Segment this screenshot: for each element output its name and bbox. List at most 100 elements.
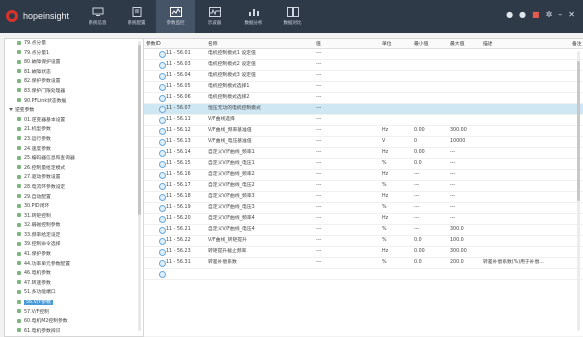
- tree-item[interactable]: 28.电流环参数设定: [5, 183, 143, 193]
- tree-item[interactable]: 32.弱磁控制参数: [5, 221, 143, 231]
- table-row[interactable]: 11 - 56.06 电机控制模式选择2 ---: [144, 93, 583, 104]
- tree-item[interactable]: 79.点分量1: [5, 49, 143, 59]
- tree-item[interactable]: 41.保护参数: [5, 250, 143, 260]
- param-unit-cell: %: [382, 238, 387, 243]
- nav-tab-system-config[interactable]: 系统配置: [117, 0, 156, 33]
- table-row[interactable]: 11 - 56.04 电机控制模式3 设定值 ---: [144, 71, 583, 82]
- param-value-cell: ---: [316, 62, 322, 67]
- nav-tab-param-monitor[interactable]: 参数监控: [156, 0, 195, 33]
- tree-item[interactable]: 57.V/F控制: [5, 308, 143, 318]
- expand-arrow-icon[interactable]: [9, 108, 13, 112]
- tree-item-label: 57.V/F控制: [24, 309, 49, 315]
- table-row[interactable]: 11 - 56.11 V/F曲线选择 ---: [144, 115, 583, 126]
- table-row[interactable]: 11 - 56.13 V/F曲线_电压基准值 --- V 0 10000: [144, 137, 583, 148]
- table-row[interactable]: 11 - 56.15 自定义V/F曲线_电压1 ---% 0.0 ---: [144, 159, 583, 170]
- col-header-note[interactable]: 备注: [572, 40, 582, 47]
- tree-item[interactable]: 01.逆变器基本设置: [5, 116, 143, 126]
- param-min-cell: ---: [414, 172, 420, 177]
- tree-item[interactable]: 39.控制命令选择: [5, 240, 143, 250]
- nav-tab-system-info[interactable]: 系统信息: [78, 0, 117, 33]
- col-header-value[interactable]: 值: [316, 40, 321, 47]
- table-row[interactable]: 11 - 56.22 V/F曲线_转矩提升 ---% 0.0 100.0: [144, 236, 583, 247]
- table-row[interactable]: 11 - 56.03 电机控制模式2 设定值 ---: [144, 60, 583, 71]
- tree-item[interactable]: 26.控制量给定模式: [5, 164, 143, 174]
- param-status-icon: [159, 73, 166, 80]
- tree-item[interactable]: 31.转矩控制: [5, 212, 143, 222]
- info-icon[interactable]: ●: [506, 10, 513, 19]
- tree-item-label: 46.电机参数: [24, 271, 51, 277]
- param-value-cell: ---: [316, 73, 322, 78]
- tree-item[interactable]: 24.速度参数: [5, 145, 143, 155]
- table-scrollbar[interactable]: [577, 51, 580, 331]
- param-max-cell: 300.00: [450, 249, 467, 254]
- param-id-cell: 11 - 56.16: [166, 172, 191, 177]
- main-nav: 系统信息 系统配置 参数监控 示波器 数据分析 数据对比: [78, 0, 312, 33]
- tree-item[interactable]: 80.故障保护设置: [5, 58, 143, 68]
- table-row[interactable]: 11 - 56.14 自定义V/F曲线_频率1 --- Hz 0.00 ---: [144, 148, 583, 159]
- param-status-icon: [159, 161, 166, 168]
- col-header-addr[interactable]: 参数ID: [146, 40, 161, 47]
- col-header-name[interactable]: 名称: [208, 40, 218, 47]
- table-row[interactable]: 11 - 56.20 自定义V/F曲线_频率4 --- Hz --- ---: [144, 214, 583, 225]
- tree-item-label: 逆变参数: [15, 108, 35, 114]
- tree-item[interactable]: 46.电机参数: [5, 269, 143, 279]
- nav-tab-data-compare[interactable]: 数据对比: [273, 0, 312, 33]
- tree-item[interactable]: 82.保护参数设置: [5, 77, 143, 87]
- nav-tab-data-analysis[interactable]: 数据分析: [234, 0, 273, 33]
- col-header-max[interactable]: 最大值: [450, 40, 464, 47]
- minimize-icon[interactable]: –: [558, 10, 562, 19]
- param-status-icon: [159, 249, 166, 256]
- param-id-cell: 11 - 56.05: [166, 84, 191, 89]
- tree-item[interactable]: 81.故障状态: [5, 68, 143, 78]
- tree-item[interactable]: 29.自动配置: [5, 193, 143, 203]
- tree-item[interactable]: 47.转速参数: [5, 279, 143, 289]
- help-icon[interactable]: ●: [519, 10, 526, 19]
- table-row[interactable]: 11 - 56.18 自定义V/F曲线_频率3 --- Hz --- ---: [144, 192, 583, 203]
- tree-scrollbar-thumb[interactable]: [138, 45, 141, 215]
- param-value-cell: ---: [316, 128, 322, 133]
- tree-item[interactable]: 25.编码器信息和查询器: [5, 154, 143, 164]
- table-row[interactable]: 11 - 56.12 V/F曲线_频率基准值 --- Hz 0.00 300.00: [144, 126, 583, 137]
- col-header-desc[interactable]: 描述: [483, 40, 493, 47]
- settings-icon[interactable]: ✲: [546, 10, 553, 19]
- table-row[interactable]: 11 - 56.01 电机控制模式1 设定值 ---: [144, 49, 583, 60]
- tree-item[interactable]: 51.多功能端口: [5, 288, 143, 298]
- tree-item[interactable]: 90.PFLink状态数据: [5, 97, 143, 107]
- close-icon[interactable]: ✕: [568, 10, 575, 19]
- tree-item[interactable]: 56.V/F参数: [5, 298, 143, 308]
- table-row[interactable]: 11 - 56.23 转矩提升截止频率 --- Hz 0.00 300.00: [144, 247, 583, 258]
- tree-item[interactable]: 23.运行参数: [5, 135, 143, 145]
- tree-item-label: 01.逆变器基本设置: [24, 117, 66, 123]
- table-row[interactable]: 11 - 56.31 转差补偿系数 ---% 0.0 200.0 转差补偿系数(%)用于补…: [144, 258, 583, 269]
- tree-item-label: 26.控制量给定模式: [24, 165, 66, 171]
- table-scrollbar-thumb[interactable]: [577, 61, 580, 201]
- tree-item[interactable]: 83.保护门限处理器: [5, 87, 143, 97]
- col-header-unit[interactable]: 单位: [382, 40, 392, 47]
- table-row[interactable]: 11 - 56.21 自定义V/F曲线_电压4 ---% --- 300.0: [144, 225, 583, 236]
- param-min-cell: ---: [414, 205, 420, 210]
- col-header-min[interactable]: 最小值: [414, 40, 428, 47]
- table-row[interactable]: 11 - 56.16 自定义V/F曲线_频率2 --- Hz --- ---: [144, 170, 583, 181]
- table-row[interactable]: 11 - 56.19 自定义V/F曲线_电压3 ---% --- ---: [144, 203, 583, 214]
- param-status-icon: [159, 205, 166, 212]
- table-row[interactable]: [144, 269, 583, 280]
- tree-item[interactable]: 79.点分量: [5, 39, 143, 49]
- tree-item[interactable]: 27.驱动参数设置: [5, 173, 143, 183]
- tree-item[interactable]: 30.PID闭环: [5, 202, 143, 212]
- tree-item[interactable]: 21.机型参数: [5, 125, 143, 135]
- tree-group[interactable]: 逆变参数: [5, 106, 143, 116]
- table-row[interactable]: 11 - 56.07 恒压无功的电机控制模式 ---: [144, 104, 583, 115]
- tree-scrollbar[interactable]: [138, 41, 141, 331]
- nav-tab-oscilloscope[interactable]: 示波器: [195, 0, 234, 33]
- param-id-cell: 11 - 56.13: [166, 139, 191, 144]
- alarm-icon[interactable]: ■: [532, 10, 540, 19]
- param-value-cell: ---: [316, 161, 322, 166]
- param-group-icon: [17, 261, 21, 266]
- tree-item[interactable]: 60.电机M2控制参数: [5, 317, 143, 327]
- table-row[interactable]: 11 - 56.17 自定义V/F曲线_电压2 ---% --- ---: [144, 181, 583, 192]
- param-group-icon: [17, 117, 21, 122]
- tree-item[interactable]: 33.频率给定设定: [5, 231, 143, 241]
- param-unit-cell: Hz: [382, 128, 389, 133]
- tree-item[interactable]: 44.功率单元参数配置: [5, 260, 143, 270]
- table-row[interactable]: 11 - 56.05 电机控制模式选择1 ---: [144, 82, 583, 93]
